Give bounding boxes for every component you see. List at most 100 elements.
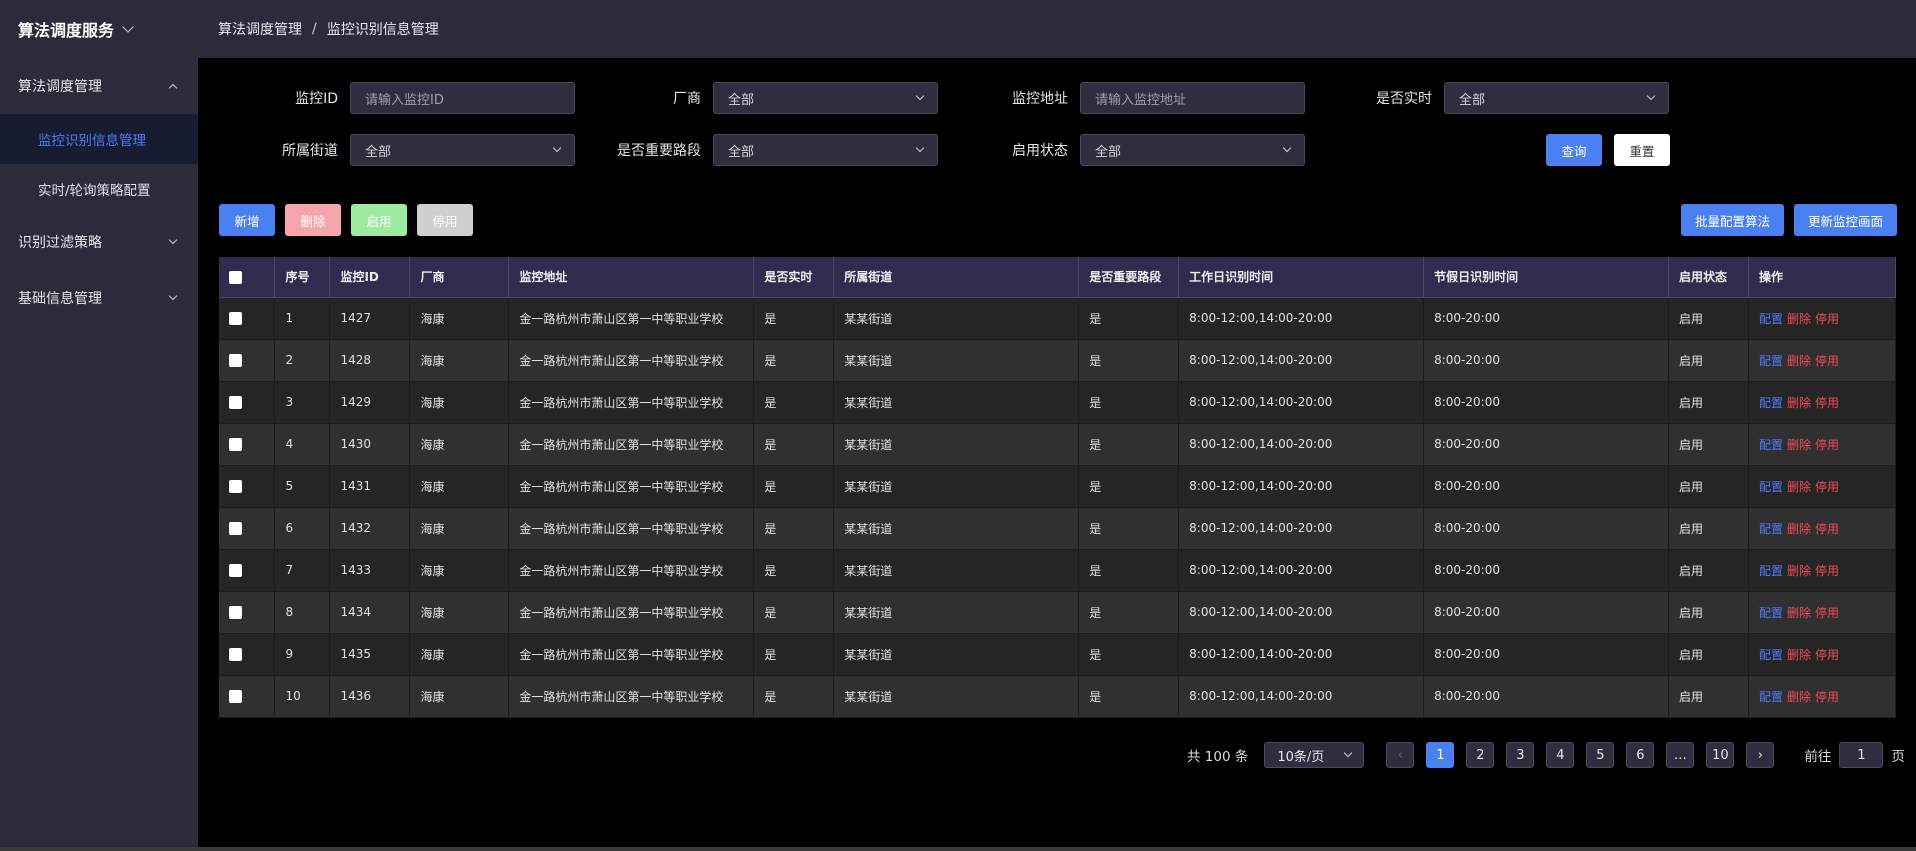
page-size-select[interactable]: 10条/页 — [1264, 742, 1365, 768]
row-checkbox[interactable] — [229, 690, 242, 703]
update-view-button[interactable]: 更新监控画面 — [1794, 204, 1897, 236]
page-button[interactable]: 2 — [1466, 742, 1495, 768]
delete-link[interactable]: 删除 — [1787, 480, 1811, 494]
menu-group-algorithm-scheduling[interactable]: 算法调度管理 — [0, 58, 198, 114]
delete-link[interactable]: 删除 — [1787, 606, 1811, 620]
street-select[interactable]: 全部 — [350, 134, 575, 166]
row-checkbox[interactable] — [229, 312, 242, 325]
row-checkbox-cell[interactable] — [219, 297, 276, 340]
config-link[interactable]: 配置 — [1759, 606, 1783, 620]
disable-link[interactable]: 停用 — [1815, 312, 1839, 326]
vendor-select[interactable]: 全部 — [713, 82, 938, 114]
disable-link[interactable]: 停用 — [1815, 564, 1839, 578]
row-checkbox-cell[interactable] — [219, 381, 276, 424]
select-all-checkbox-cell[interactable] — [219, 257, 276, 298]
delete-link[interactable]: 删除 — [1787, 648, 1811, 662]
enabled-status-select[interactable]: 全部 — [1080, 134, 1305, 166]
row-checkbox-cell[interactable] — [219, 465, 276, 508]
next-page-button[interactable]: › — [1746, 742, 1775, 768]
row-checkbox-cell[interactable] — [219, 423, 276, 466]
important-road-select[interactable]: 全部 — [713, 134, 938, 166]
breadcrumb-root[interactable]: 算法调度管理 — [218, 19, 302, 39]
app-title[interactable]: 算法调度服务 — [0, 0, 198, 58]
config-link[interactable]: 配置 — [1759, 396, 1783, 410]
page-button[interactable]: 6 — [1626, 742, 1655, 768]
query-button[interactable]: 查询 — [1546, 134, 1602, 166]
reset-button[interactable]: 重置 — [1614, 134, 1670, 166]
delete-link[interactable]: 删除 — [1787, 354, 1811, 368]
page-button[interactable]: 10 — [1706, 742, 1735, 768]
config-link[interactable]: 配置 — [1759, 480, 1783, 494]
monitor-id-input[interactable]: 请输入监控ID — [350, 82, 575, 114]
row-checkbox[interactable] — [229, 606, 242, 619]
disable-link[interactable]: 停用 — [1815, 354, 1839, 368]
row-checkbox-cell[interactable] — [219, 549, 276, 592]
page-button[interactable]: 1 — [1426, 742, 1455, 768]
goto-page-input[interactable]: 1 — [1839, 742, 1884, 768]
delete-link[interactable]: 删除 — [1787, 438, 1811, 452]
row-checkbox[interactable] — [229, 522, 242, 535]
disable-link[interactable]: 停用 — [1815, 480, 1839, 494]
menu-group-basic-info[interactable]: 基础信息管理 — [0, 270, 198, 326]
disable-link[interactable]: 停用 — [1815, 396, 1839, 410]
row-checkbox-cell[interactable] — [219, 339, 276, 382]
row-checkbox[interactable] — [229, 354, 242, 367]
monitor-id-cell: 1429 — [329, 381, 411, 424]
workday-time-cell: 8:00-12:00,14:00-20:00 — [1178, 297, 1425, 340]
address-label: 监控地址 — [1012, 91, 1068, 107]
config-link[interactable]: 配置 — [1759, 438, 1783, 452]
row-checkbox-cell[interactable] — [219, 633, 276, 676]
page-button[interactable]: 3 — [1506, 742, 1535, 768]
delete-link[interactable]: 删除 — [1787, 312, 1811, 326]
address-input[interactable]: 请输入监控地址 — [1080, 82, 1305, 114]
breadcrumb: 算法调度管理 / 监控识别信息管理 — [198, 0, 1916, 58]
menu-item-monitor-recognition[interactable]: 监控识别信息管理 — [0, 114, 198, 164]
bottom-scrollbar[interactable] — [0, 847, 1916, 851]
page-ellipsis[interactable]: … — [1666, 742, 1695, 768]
important-road-cell: 是 — [1078, 549, 1180, 592]
config-link[interactable]: 配置 — [1759, 312, 1783, 326]
prev-page-button[interactable]: ‹ — [1386, 742, 1415, 768]
delete-link[interactable]: 删除 — [1787, 564, 1811, 578]
street-cell: 某某街道 — [833, 507, 1080, 550]
delete-link[interactable]: 删除 — [1787, 396, 1811, 410]
row-checkbox[interactable] — [229, 480, 242, 493]
delete-link[interactable]: 删除 — [1787, 690, 1811, 704]
disable-link[interactable]: 停用 — [1815, 690, 1839, 704]
important-road-cell: 是 — [1078, 507, 1180, 550]
vendor-cell: 海康 — [409, 297, 510, 340]
row-checkbox[interactable] — [229, 438, 242, 451]
disable-button[interactable]: 停用 — [417, 204, 473, 236]
realtime-cell: 是 — [753, 423, 835, 466]
config-link[interactable]: 配置 — [1759, 564, 1783, 578]
enable-button[interactable]: 启用 — [351, 204, 407, 236]
config-link[interactable]: 配置 — [1759, 648, 1783, 662]
disable-link[interactable]: 停用 — [1815, 648, 1839, 662]
add-button[interactable]: 新增 — [219, 204, 275, 236]
page-button[interactable]: 5 — [1586, 742, 1615, 768]
page-button[interactable]: 4 — [1546, 742, 1575, 768]
row-checkbox[interactable] — [229, 396, 242, 409]
delete-link[interactable]: 删除 — [1787, 522, 1811, 536]
street-select-value: 全部 — [365, 144, 392, 160]
config-link[interactable]: 配置 — [1759, 354, 1783, 368]
page-suffix: 页 — [1891, 749, 1905, 765]
disable-link[interactable]: 停用 — [1815, 606, 1839, 620]
row-checkbox-cell[interactable] — [219, 675, 276, 718]
realtime-select[interactable]: 全部 — [1444, 82, 1669, 114]
chevron-up-icon — [168, 83, 178, 93]
disable-link[interactable]: 停用 — [1815, 522, 1839, 536]
row-checkbox[interactable] — [229, 648, 242, 661]
batch-config-button[interactable]: 批量配置算法 — [1681, 204, 1784, 236]
important-road-cell: 是 — [1078, 423, 1180, 466]
config-link[interactable]: 配置 — [1759, 522, 1783, 536]
disable-link[interactable]: 停用 — [1815, 438, 1839, 452]
row-checkbox[interactable] — [229, 564, 242, 577]
row-checkbox-cell[interactable] — [219, 507, 276, 550]
delete-button[interactable]: 删除 — [285, 204, 341, 236]
important-road-select-value: 全部 — [728, 144, 755, 160]
row-checkbox-cell[interactable] — [219, 591, 276, 634]
realtime-cell: 是 — [753, 591, 835, 634]
config-link[interactable]: 配置 — [1759, 690, 1783, 704]
select-all-checkbox[interactable] — [229, 270, 242, 284]
